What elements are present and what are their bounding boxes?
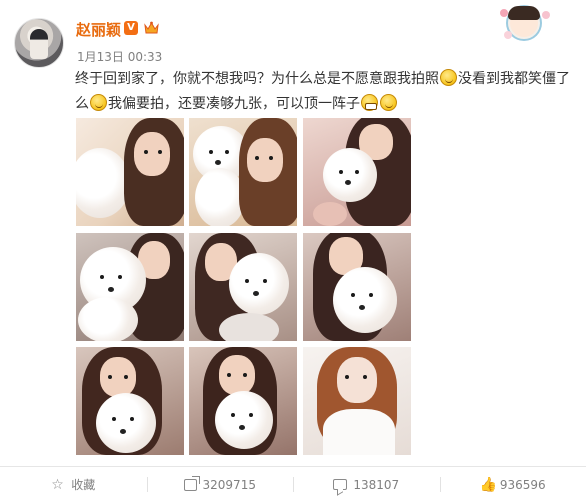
photo-9[interactable] <box>303 347 411 455</box>
author-name[interactable]: 赵丽颖 <box>76 19 121 40</box>
photo-7[interactable] <box>76 347 184 455</box>
comment-button[interactable]: 138107 <box>293 467 440 502</box>
follower-avatar[interactable] <box>494 3 552 43</box>
grin-emoji-icon <box>361 94 378 111</box>
verified-badge: V <box>124 21 138 35</box>
like-count: 936596 <box>499 477 546 492</box>
photo-6[interactable] <box>303 233 411 341</box>
photo-8[interactable] <box>189 347 297 455</box>
action-bar: ☆ 收藏 3209715 138107 👍 936596 <box>0 467 586 502</box>
comment-count: 138107 <box>353 477 400 492</box>
share-button[interactable]: 3209715 <box>146 467 294 502</box>
post-body: 终于回到家了，你就不想我吗？为什么总是不愿意跟我拍照 没看到我都笑僵了么 我偏要拍，… <box>75 67 575 117</box>
post-timestamp[interactable]: 1月13日 00:33 <box>77 48 162 65</box>
weibo-post-card: 赵丽颖 V 1月13日 00:33 终于回到家了，你就不想我吗？为什么总是不愿意… <box>0 0 586 502</box>
photo-3[interactable] <box>303 118 411 226</box>
emoji-icon <box>90 94 107 111</box>
favorite-button[interactable]: ☆ 收藏 <box>0 467 147 502</box>
photo-5[interactable] <box>189 233 297 341</box>
post-text-3: 我偏要拍，还要凑够九张，可以顶一阵子 <box>108 96 360 112</box>
photo-4[interactable] <box>76 233 184 341</box>
crown-icon[interactable] <box>143 20 160 36</box>
star-icon: ☆ <box>51 476 64 493</box>
photo-2[interactable] <box>189 118 297 226</box>
emoji-icon <box>380 94 397 111</box>
photo-1[interactable] <box>76 118 184 226</box>
author-avatar[interactable] <box>14 18 64 68</box>
favorite-label: 收藏 <box>71 478 96 492</box>
photo-grid <box>76 118 412 456</box>
like-button[interactable]: 👍 936596 <box>439 467 586 502</box>
share-count: 3209715 <box>202 477 256 492</box>
emoji-icon <box>440 69 457 86</box>
like-icon: 👍 <box>479 476 498 493</box>
share-icon <box>183 475 200 491</box>
post-text-1: 终于回到家了，你就不想我吗？为什么总是不愿意跟我拍照 <box>75 71 439 87</box>
comment-icon <box>333 479 348 490</box>
